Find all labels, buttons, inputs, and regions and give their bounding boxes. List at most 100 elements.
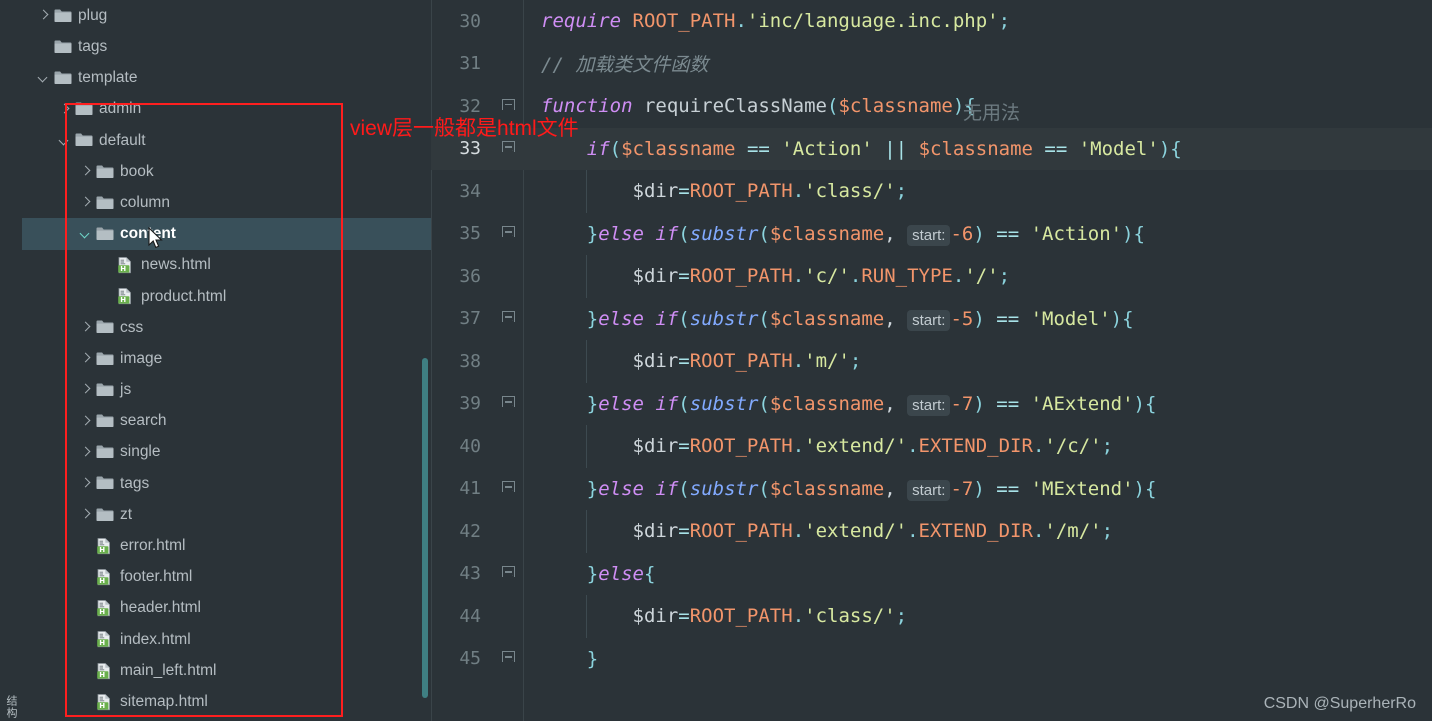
chevron-right-icon[interactable] xyxy=(78,382,93,397)
code-line[interactable]: 41 }else if(substr($classname, start: -7)… xyxy=(431,468,1432,511)
fold-gutter[interactable] xyxy=(493,311,523,326)
tree-item-error-html[interactable]: Herror.html xyxy=(22,530,431,561)
tree-item-news-html[interactable]: Hnews.html xyxy=(22,250,431,281)
code-fold-icon[interactable] xyxy=(501,311,515,326)
code-token: ROOT_PATH xyxy=(689,350,793,373)
fold-gutter[interactable] xyxy=(493,481,523,496)
parameter-hint-badge: start: xyxy=(907,479,951,501)
chevron-right-icon[interactable] xyxy=(78,164,93,179)
chevron-right-icon[interactable] xyxy=(78,320,93,335)
code-line[interactable]: 31 // 加载类文件函数 xyxy=(431,43,1432,86)
tree-item-search[interactable]: search xyxy=(22,405,431,436)
chevron-right-icon[interactable] xyxy=(36,8,51,23)
code-token: = xyxy=(678,605,690,628)
folder-icon xyxy=(96,507,114,523)
code-line[interactable]: 35 }else if(substr($classname, start: -6)… xyxy=(431,213,1432,256)
code-token: ( xyxy=(678,392,690,415)
code-line[interactable]: 45 } xyxy=(431,638,1432,681)
tree-item-image[interactable]: image xyxy=(22,343,431,374)
chevron-right-icon[interactable] xyxy=(78,507,93,522)
chevron-right-icon[interactable] xyxy=(78,351,93,366)
chevron-down-icon[interactable] xyxy=(57,133,72,148)
code-token: requireClassName xyxy=(643,95,827,118)
folder-icon xyxy=(96,475,114,491)
tree-item-single[interactable]: single xyxy=(22,437,431,468)
code-line[interactable]: 39 }else if(substr($classname, start: -7)… xyxy=(431,383,1432,426)
chevron-down-icon[interactable] xyxy=(78,226,93,241)
chevron-right-icon[interactable] xyxy=(57,102,72,117)
code-line[interactable]: 37 }else if(substr($classname, start: -5)… xyxy=(431,298,1432,341)
code-line[interactable]: 43 }else{ xyxy=(431,553,1432,596)
tree-item-header-html[interactable]: Hheader.html xyxy=(22,593,431,624)
code-token: || xyxy=(884,137,908,160)
fold-gutter[interactable] xyxy=(493,651,523,666)
tree-item-content[interactable]: content xyxy=(22,218,431,250)
tree-item-template[interactable]: template xyxy=(22,62,431,93)
fold-gutter[interactable] xyxy=(493,396,523,411)
code-text: }else if(substr($classname, start: -7) ==… xyxy=(523,392,1157,416)
code-fold-icon[interactable] xyxy=(501,566,515,581)
chevron-down-icon[interactable] xyxy=(36,70,51,85)
indent-guide xyxy=(586,255,587,298)
code-line[interactable]: 33 if($classname == 'Action' || $classna… xyxy=(431,127,1432,170)
code-token: ( xyxy=(758,307,770,330)
code-fold-icon[interactable] xyxy=(501,396,515,411)
line-number: 31 xyxy=(459,53,481,75)
tree-item-tags[interactable]: tags xyxy=(22,31,431,62)
code-fold-icon[interactable] xyxy=(501,481,515,496)
code-line[interactable]: 30 require ROOT_PATH.'inc/language.inc.ph… xyxy=(431,0,1432,43)
code-line[interactable]: 36 $dir=ROOT_PATH.'c/'.RUN_TYPE.'/'; xyxy=(431,255,1432,298)
tool-window-label-structure[interactable]: 结构 xyxy=(3,695,19,719)
chevron-right-icon[interactable] xyxy=(78,414,93,429)
code-fold-icon[interactable] xyxy=(501,226,515,241)
chevron-right-icon[interactable] xyxy=(78,445,93,460)
tree-item-index-html[interactable]: Hindex.html xyxy=(22,624,431,655)
tree-item-css[interactable]: css xyxy=(22,312,431,343)
code-token: 'Action' xyxy=(1030,222,1123,245)
tree-item-product-html[interactable]: Hproduct.html xyxy=(22,281,431,312)
code-token: $classname xyxy=(918,137,1033,160)
chevron-right-icon[interactable] xyxy=(78,476,93,491)
code-fold-icon[interactable] xyxy=(501,651,515,666)
fold-gutter[interactable] xyxy=(493,141,523,156)
chevron-right-icon[interactable] xyxy=(78,195,93,210)
code-token: } xyxy=(586,477,599,500)
tree-item-book[interactable]: book xyxy=(22,156,431,187)
code-token: 'Action' xyxy=(781,137,873,160)
code-line[interactable]: 42 $dir=ROOT_PATH.'extend/'.EXTEND_DIR.'… xyxy=(431,510,1432,553)
code-token: $dir xyxy=(632,180,679,203)
tree-item-main-left-html[interactable]: Hmain_left.html xyxy=(22,655,431,686)
code-token: . xyxy=(1032,435,1045,458)
project-tree-pane[interactable]: plug tags template admin default book column co… xyxy=(22,0,431,721)
code-line[interactable]: 40 $dir=ROOT_PATH.'extend/'.EXTEND_DIR.'… xyxy=(431,425,1432,468)
code-editor-pane[interactable]: 30 require ROOT_PATH.'inc/language.inc.ph… xyxy=(431,0,1432,721)
tree-item-zt[interactable]: zt xyxy=(22,499,431,530)
tree-item-column[interactable]: column xyxy=(22,187,431,218)
tree-item-plug[interactable]: plug xyxy=(22,0,431,31)
code-token: . xyxy=(735,10,747,33)
line-number: 45 xyxy=(459,648,481,670)
parameter-hint-badge: start: xyxy=(907,224,951,246)
code-token: ( xyxy=(678,477,690,500)
fold-gutter[interactable] xyxy=(493,226,523,241)
tree-vertical-scrollbar[interactable] xyxy=(422,358,428,698)
line-number: 34 xyxy=(459,180,481,202)
tree-item-tags[interactable]: tags xyxy=(22,468,431,499)
code-line[interactable]: 34 $dir=ROOT_PATH.'class/'; xyxy=(431,170,1432,213)
tree-item-label: image xyxy=(120,349,163,367)
tree-item-sitemap-html[interactable]: Hsitemap.html xyxy=(22,686,431,717)
tree-item-footer-html[interactable]: Hfooter.html xyxy=(22,561,431,592)
tree-item-label: column xyxy=(120,193,170,211)
code-line[interactable]: 38 $dir=ROOT_PATH.'m/'; xyxy=(431,340,1432,383)
code-line[interactable]: 32 function requireClassName($classname){ xyxy=(431,85,1432,128)
code-token: { xyxy=(1144,392,1157,415)
code-line[interactable]: 44 $dir=ROOT_PATH.'class/'; xyxy=(431,595,1432,638)
code-fold-icon[interactable] xyxy=(501,141,515,156)
chevron-placeholder xyxy=(78,663,93,678)
annotation-text: view层一般都是html文件 xyxy=(350,117,579,140)
tree-item-js[interactable]: js xyxy=(22,374,431,405)
svg-text:H: H xyxy=(99,608,105,616)
code-text: }else{ xyxy=(523,563,656,585)
fold-gutter[interactable] xyxy=(493,566,523,581)
